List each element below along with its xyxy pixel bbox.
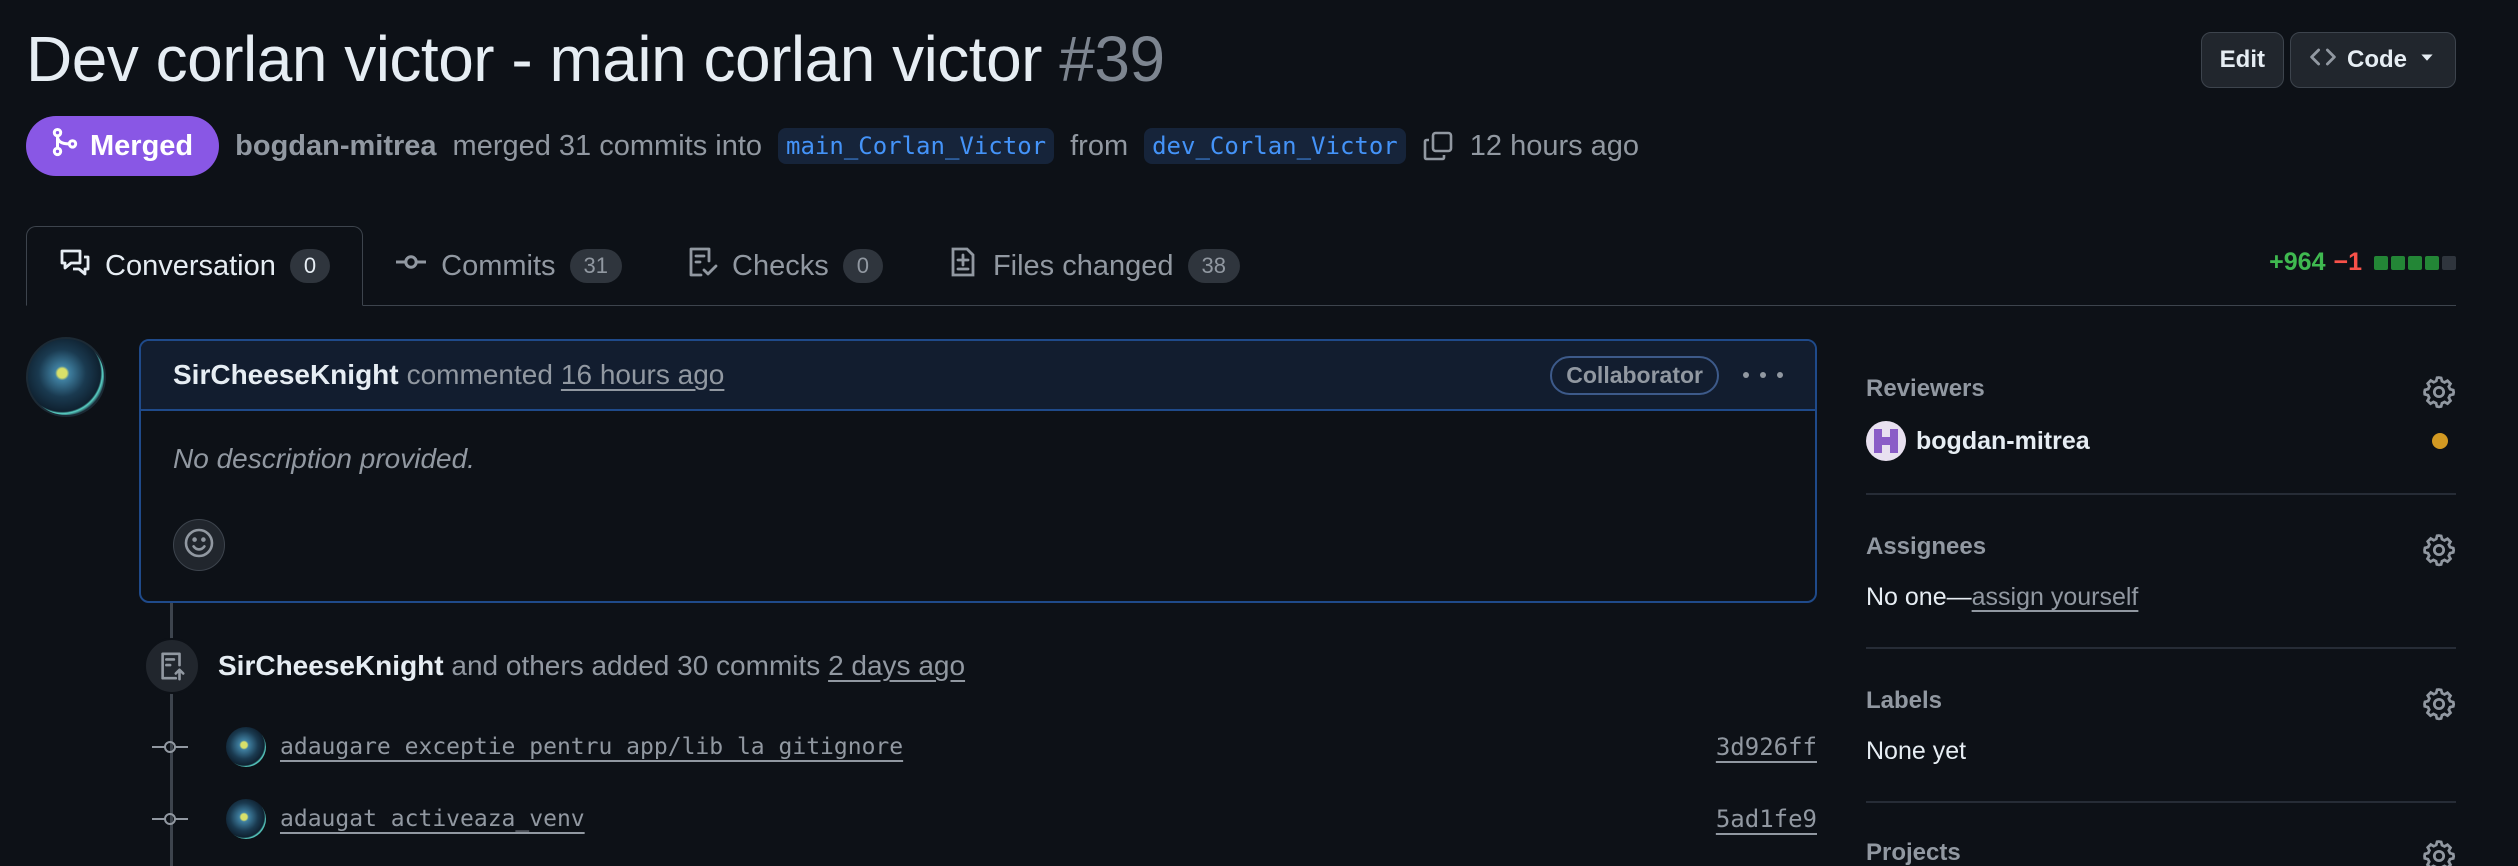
file-diff-icon [947,246,979,286]
commit-row: adaugare exceptie pentru app/lib la giti… [152,725,1817,769]
avatar[interactable] [26,337,106,417]
tab-commits[interactable]: Commits 31 [363,226,654,306]
pr-title: Dev corlan victor - main corlan victor [26,23,1042,95]
comment-time[interactable]: 16 hours ago [561,359,724,391]
commit-message[interactable]: adaugare exceptie pentru app/lib la giti… [280,734,903,760]
push-summary: and others added 30 commits [451,650,821,681]
edit-button[interactable]: Edit [2200,32,2284,88]
gear-icon[interactable] [2422,375,2456,409]
pr-tabs: Conversation 0 Commits 31 Checks 0 Files… [26,226,1272,306]
sidebar-title: Projects [1866,839,1961,866]
git-commit-icon [152,737,188,757]
commit-message[interactable]: adaugat activeaza_venv [280,806,585,832]
diffstat[interactable]: +964 −1 [2269,248,2456,277]
comment-action: commented [406,359,553,390]
assign-yourself-link[interactable]: assign yourself [1972,583,2139,611]
diffstat-block-added [2425,255,2439,270]
tab-counter: 0 [842,249,883,283]
commit-author-avatar[interactable] [226,727,266,767]
comment-body: No description provided. [173,443,475,474]
comment-discussion-icon [59,246,91,286]
commit-row: adaugat activeaza_venv 5ad1fe9 [152,797,1817,841]
copy-icon[interactable] [1422,130,1454,162]
merged-state-badge: Merged [26,116,220,176]
pr-meta: Merged bogdan-mitrea merged 31 commits i… [26,116,1639,176]
reviewer-item[interactable]: bogdan-mitrea [1866,421,2090,461]
gear-icon[interactable] [2422,687,2456,721]
diffstat-block-neutral [2442,255,2456,270]
sidebar-title: Assignees [1866,533,1987,560]
commit-sha[interactable]: 3d926ff [1716,733,1817,761]
git-commit-icon [395,246,427,286]
commit-sha[interactable]: 5ad1fe9 [1716,805,1817,833]
comment-box: SirCheeseKnight commented 16 hours ago C… [139,339,1817,603]
from-text: from [1070,129,1129,162]
diffstat-block-added [2391,255,2405,270]
comment-author[interactable]: SirCheeseKnight [173,359,399,391]
edit-button-label: Edit [2219,46,2265,73]
commit-author-avatar[interactable] [226,799,266,839]
code-button[interactable]: Code [2290,32,2456,88]
sidebar-reviewers: Reviewers bogdan-mitrea [1866,337,2456,495]
gear-icon[interactable] [2422,839,2456,866]
diffstat-block-added [2408,255,2422,270]
tab-counter: 31 [569,249,622,283]
gear-icon[interactable] [2422,533,2456,567]
code-button-label: Code [2347,46,2407,73]
repo-push-icon [144,638,200,694]
git-commit-icon [152,809,188,829]
diffstat-blocks [2374,255,2456,270]
base-branch[interactable]: main_Corlan_Victor [778,128,1055,164]
diffstat-additions: +964 [2269,248,2326,276]
avatar [1866,421,1906,461]
tab-label: Conversation [105,249,276,282]
pull-request-page: Dev corlan victor - main corlan victor #… [0,0,2518,866]
git-merge-icon [50,127,80,165]
reviewer-name: bogdan-mitrea [1916,426,2090,455]
tab-checks[interactable]: Checks 0 [654,226,915,306]
merged-state-label: Merged [90,129,194,162]
role-badge: Collaborator [1550,355,1719,395]
assignees-value: No one—assign yourself [1866,583,2138,612]
sidebar-labels: Labels None yet [1866,649,2456,803]
code-icon [2309,43,2337,78]
tab-counter: 0 [289,249,331,283]
labels-value: None yet [1866,737,1967,765]
smiley-icon [183,527,215,564]
sidebar-title: Labels [1866,687,1943,714]
page-title: Dev corlan victor - main corlan victor #… [26,22,1165,96]
sidebar: Reviewers bogdan-mitrea Assignees No one… [1866,337,2456,866]
diffstat-deletions: −1 [2333,248,2362,276]
pr-number: #39 [1059,23,1165,95]
header-actions: Edit Code [2200,32,2456,88]
diffstat-block-added [2374,255,2388,270]
add-reaction-button[interactable] [173,519,225,571]
tab-label: Files changed [992,249,1174,282]
pending-review-dot-icon [2432,433,2448,449]
push-time[interactable]: 2 days ago [828,650,965,681]
head-branch[interactable]: dev_Corlan_Victor [1144,128,1406,164]
merger-link[interactable]: bogdan-mitrea [235,130,436,163]
sidebar-assignees: Assignees No one—assign yourself [1866,495,2456,649]
triangle-down-icon [2417,46,2437,74]
assignees-none: No one— [1866,583,1972,611]
tab-files-changed[interactable]: Files changed 38 [915,226,1272,306]
kebab-horizontal-icon[interactable] [1743,360,1783,390]
checklist-icon [686,246,718,286]
tab-conversation[interactable]: Conversation 0 [26,226,364,306]
merged-time: 12 hours ago [1469,129,1640,162]
tab-label: Checks [732,249,829,282]
push-event-text: SirCheeseKnight and others added 30 comm… [218,650,965,682]
push-author[interactable]: SirCheeseKnight [218,650,444,681]
tab-counter: 38 [1187,249,1240,283]
tab-label: Commits [441,249,556,282]
comment-header: SirCheeseKnight commented 16 hours ago C… [141,341,1815,411]
sidebar-title: Reviewers [1866,375,1985,402]
push-event: SirCheeseKnight and others added 30 comm… [144,638,965,694]
sidebar-projects: Projects [1866,803,2456,866]
merged-text: merged 31 commits into [452,129,763,162]
